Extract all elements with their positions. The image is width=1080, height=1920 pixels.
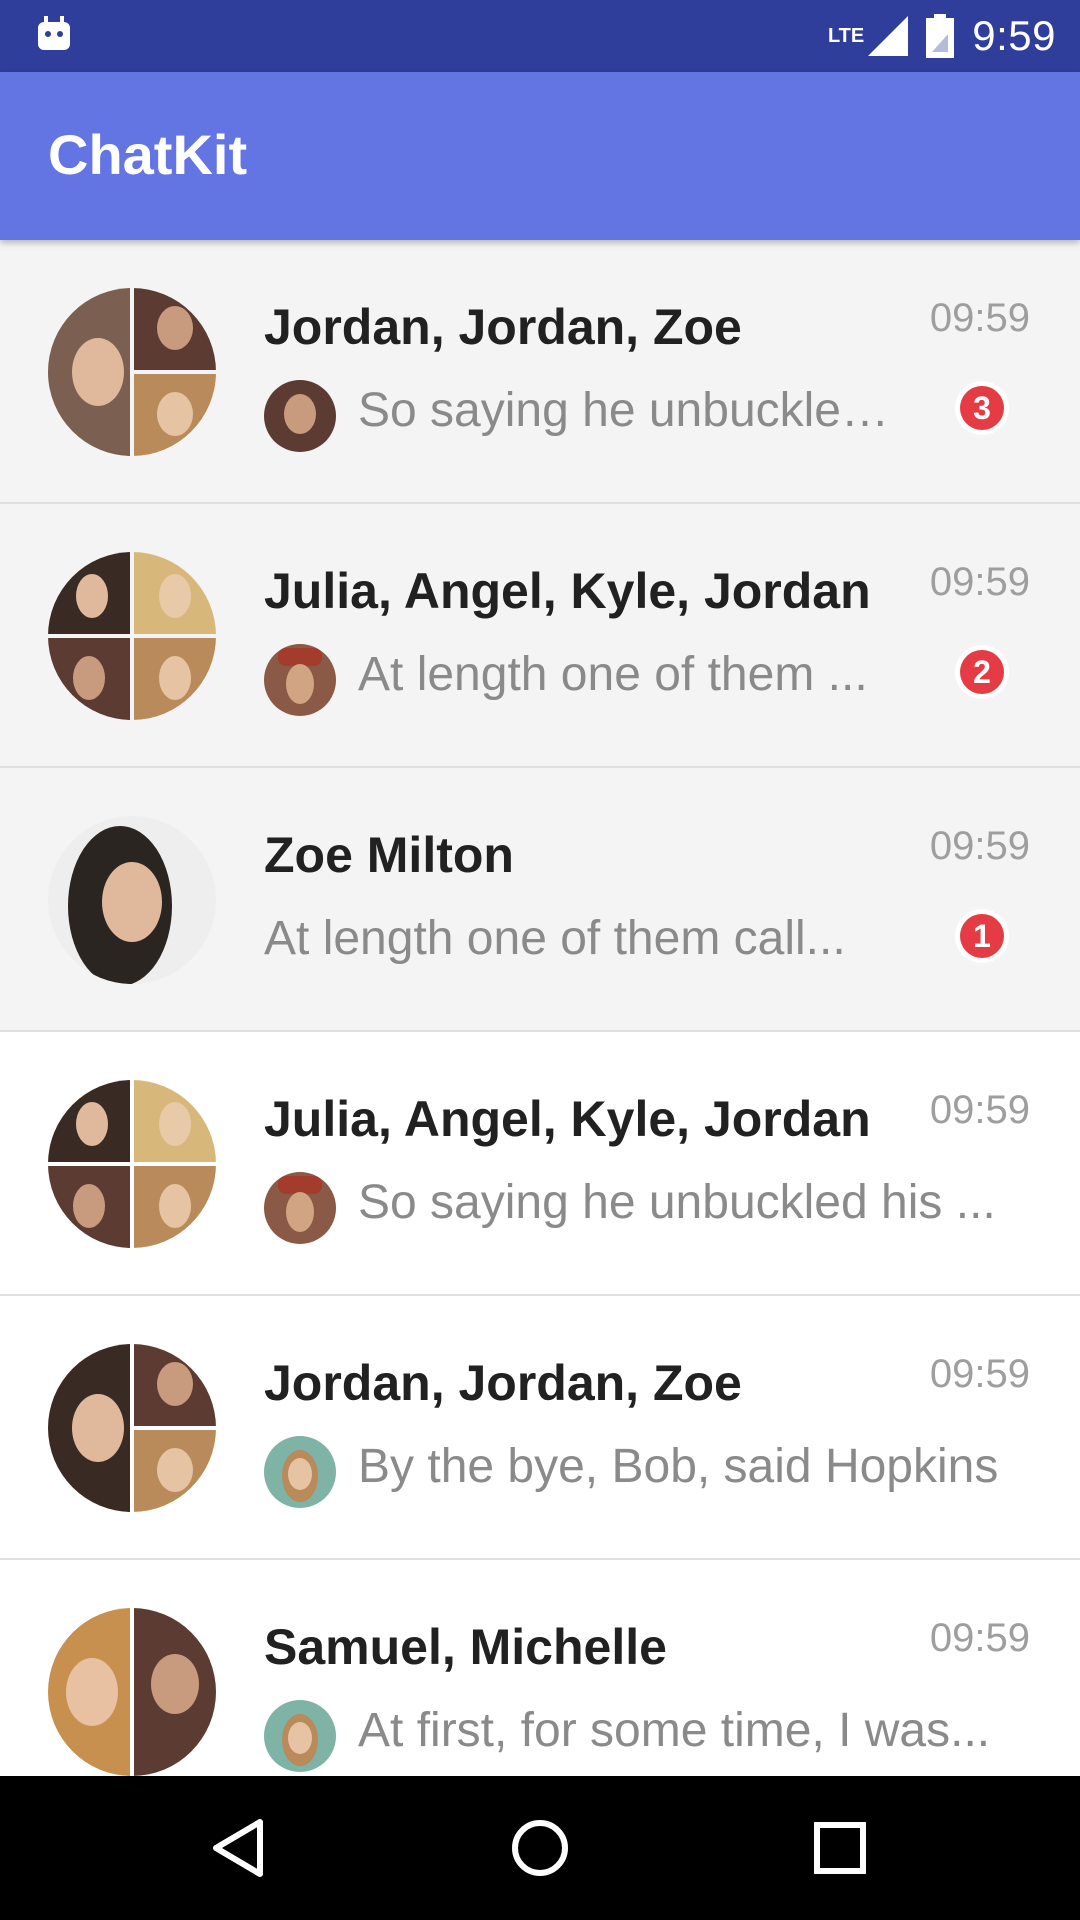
unread-badge: 1 xyxy=(960,914,1004,958)
last-sender-avatar xyxy=(264,380,336,452)
android-icon xyxy=(36,14,72,54)
dialog-name: Zoe Milton xyxy=(264,827,514,883)
app-title: ChatKit xyxy=(48,123,248,186)
dialog-name: Jordan, Jordan, Zoe xyxy=(264,1355,742,1411)
status-bar: LTE 9:59 xyxy=(0,0,1080,72)
signal-icon xyxy=(868,16,909,56)
dialog-time: 09:59 xyxy=(929,1352,1030,1396)
dialog-name: Samuel, Michelle xyxy=(264,1619,667,1675)
group-avatar xyxy=(48,1080,216,1248)
last-sender-avatar xyxy=(264,644,336,716)
dialog-item[interactable]: Zoe Milton 09:59 At length one of them c… xyxy=(0,768,1080,1032)
recents-icon[interactable] xyxy=(808,1816,872,1880)
lte-label: LTE xyxy=(827,24,865,47)
unread-badge: 2 xyxy=(960,650,1004,694)
dialog-item[interactable]: Jordan, Jordan, Zoe 09:59 So saying he u… xyxy=(0,240,1080,504)
group-avatar xyxy=(48,1344,216,1512)
dialog-time: 09:59 xyxy=(929,560,1030,604)
dialogs-list[interactable]: Jordan, Jordan, Zoe 09:59 So saying he u… xyxy=(0,240,1080,1776)
last-message: By the bye, Bob, said Hopkins xyxy=(358,1440,999,1493)
navigation-bar xyxy=(0,1776,1080,1920)
group-avatar xyxy=(48,288,216,456)
dialog-name: Jordan, Jordan, Zoe xyxy=(264,299,742,355)
app-bar: ChatKit xyxy=(0,72,1080,240)
clock: 9:59 xyxy=(972,12,1056,59)
user-avatar xyxy=(48,816,216,984)
dialog-name: Julia, Angel, Kyle, Jordan xyxy=(264,563,871,619)
last-sender-avatar xyxy=(264,1436,336,1508)
dialog-time: 09:59 xyxy=(929,296,1030,340)
group-avatar xyxy=(48,552,216,720)
dialog-time: 09:59 xyxy=(929,1616,1030,1660)
last-message: At length one of them call... xyxy=(264,912,846,965)
dialog-item[interactable]: Julia, Angel, Kyle, Jordan 09:59 At leng… xyxy=(0,504,1080,768)
dialog-item[interactable]: Jordan, Jordan, Zoe 09:59 By the bye, Bo… xyxy=(0,1296,1080,1560)
home-icon[interactable] xyxy=(508,1816,572,1880)
dialog-time: 09:59 xyxy=(929,1088,1030,1132)
dialog-name: Julia, Angel, Kyle, Jordan xyxy=(264,1091,871,1147)
unread-badge: 3 xyxy=(960,386,1004,430)
last-sender-avatar xyxy=(264,1700,336,1772)
dialog-item[interactable]: Samuel, Michelle 09:59 At first, for som… xyxy=(0,1560,1080,1776)
last-message: At first, for some time, I was... xyxy=(358,1704,991,1757)
dialog-item[interactable]: Julia, Angel, Kyle, Jordan 09:59 So sayi… xyxy=(0,1032,1080,1296)
battery-icon xyxy=(926,14,955,58)
last-message: At length one of them ... xyxy=(358,648,868,701)
last-message: So saying he unbuckled his ... xyxy=(358,1176,996,1229)
group-avatar xyxy=(48,1608,216,1776)
last-sender-avatar xyxy=(264,1172,336,1244)
dialog-time: 09:59 xyxy=(929,824,1030,868)
back-icon[interactable] xyxy=(208,1816,272,1880)
last-message: So saying he unbuckled... xyxy=(358,384,906,437)
